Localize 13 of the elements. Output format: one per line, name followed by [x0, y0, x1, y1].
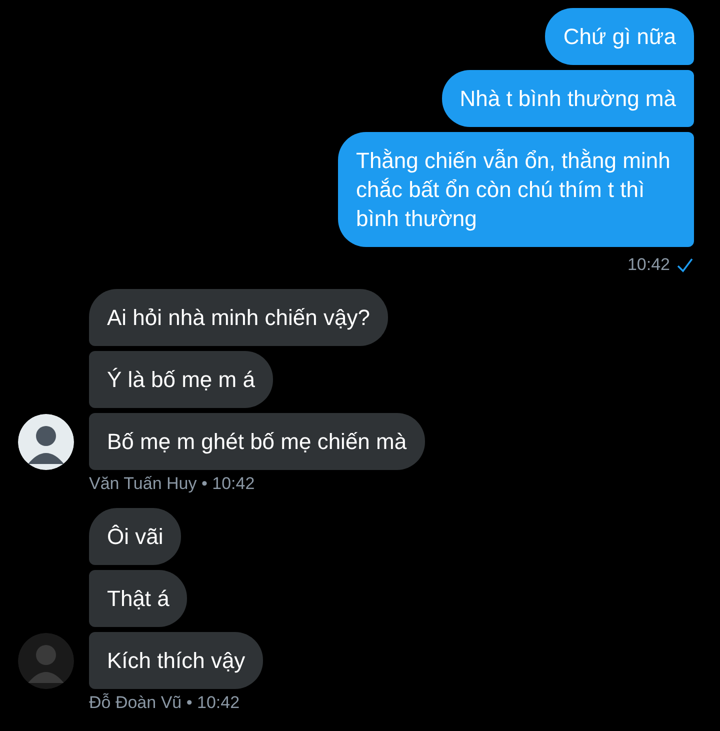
message-time: 10:42	[627, 255, 670, 275]
message-bubble: Ôi vãi	[89, 508, 182, 565]
message-bubble: Kích thích vậy	[89, 632, 264, 689]
avatar[interactable]	[18, 414, 74, 470]
sender-time: Văn Tuấn Huy • 10:42	[89, 474, 255, 494]
message-bubble: Chứ gì nữa	[545, 8, 694, 65]
message-bubble: Nhà t bình thường mà	[442, 70, 694, 127]
message-bubble: Ý là bố mẹ m á	[89, 351, 273, 408]
message-bubble: Ai hỏi nhà minh chiến vậy?	[89, 289, 388, 346]
message-bubble: Thật á	[89, 570, 188, 627]
sender-time: Đỗ Đoàn Vũ • 10:42	[89, 693, 240, 713]
message-bubble: Bố mẹ m ghét bố mẹ chiến mà	[89, 413, 425, 470]
message-bubble: Thằng chiến vẫn ổn, thằng minh chắc bất ổn còn chú thím t thì bình thường	[338, 132, 694, 247]
